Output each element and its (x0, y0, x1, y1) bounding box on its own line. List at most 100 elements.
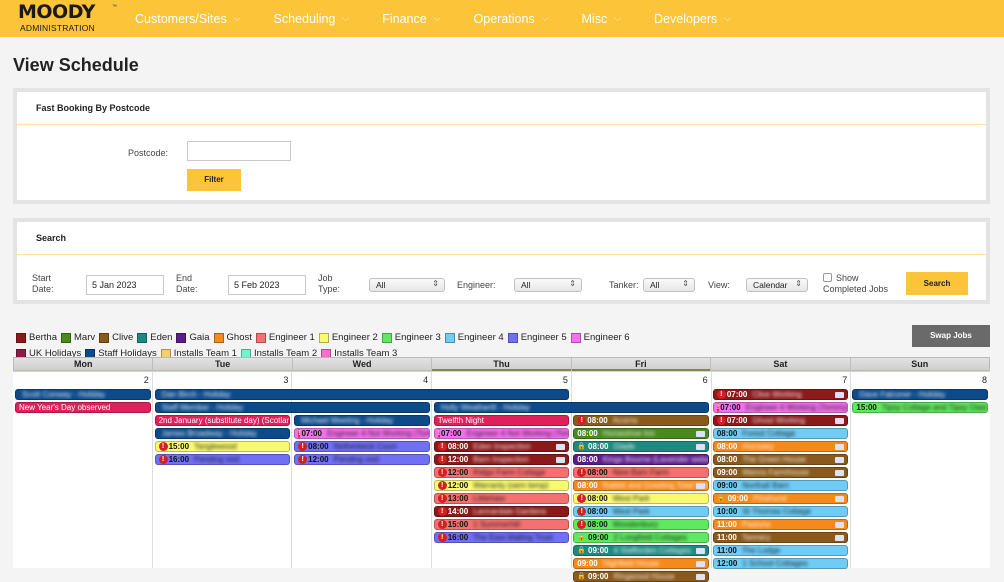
schedule-event[interactable]: ! 13:00 Littlehaw (433, 493, 570, 504)
schedule-event[interactable]: ! 08:00 Woodenbury (573, 519, 709, 530)
day-number[interactable]: 6 (572, 372, 712, 387)
day-number[interactable]: 8 (851, 372, 990, 387)
schedule-event[interactable]: Staff Member - Holiday (154, 402, 430, 413)
schedule-event[interactable]: Twelfth Night (433, 415, 570, 426)
schedule-event[interactable]: ! 15:00 1 Summerhill (433, 519, 570, 530)
schedule-event[interactable]: 🔒 09:00 4 Stafforden Cottages (573, 545, 709, 556)
schedule-event[interactable]: 🔒 08:00 Glade (573, 441, 709, 452)
schedule-event[interactable]: 08:00 Horseshoe Inn (573, 428, 709, 439)
schedule-event[interactable]: 08:00 The Green House (712, 454, 849, 465)
schedule-event[interactable]: ! 12:00 Warranty (oem temp) (433, 480, 570, 491)
legend-swatch (16, 333, 26, 344)
filter-button[interactable]: Filter (187, 169, 241, 191)
schedule-event[interactable]: ! 16:00 The East Malling Trust (433, 532, 570, 543)
schedule-event[interactable]: ! 07:00 Ghost Working (712, 415, 849, 426)
schedule-event[interactable]: 10:00 St Thomas Cottage (712, 506, 849, 517)
schedule-event[interactable]: 09:00 Northall Barn (712, 480, 849, 491)
schedule-event[interactable]: 🔒 09:00 2 Longfield Cottages (573, 532, 709, 543)
nav-operations[interactable]: Operations ⌵ (474, 12, 549, 26)
day-number[interactable]: 3 (153, 372, 293, 387)
nav-misc[interactable]: Misc ⌵ (582, 12, 622, 26)
end-date-label: End Date: (176, 273, 198, 294)
schedule-event[interactable]: New Year's Day observed (15, 402, 151, 413)
schedule-event[interactable]: 09:00 Highfield House (573, 558, 709, 569)
schedule-event[interactable]: Scott Conway - Holiday (15, 389, 151, 400)
event-time: 12:00 (447, 454, 469, 464)
event-time: 09:00 (588, 545, 609, 555)
day-number[interactable]: 2 (13, 372, 153, 387)
schedule-event[interactable]: ! 07:00 Engineer 4 Not Working (Tom) (294, 428, 430, 439)
schedule-event[interactable]: 08:00 Kings Bourne (Lavender website) (573, 454, 709, 465)
schedule-event[interactable]: 08:00 Rabbit and Greeting Total Works (573, 480, 709, 491)
schedule-event[interactable]: ! 08:00 West Park (573, 493, 709, 504)
tanker-select[interactable]: All ⇕ (643, 278, 695, 292)
schedule-event[interactable]: ! 07:00 Engineer 4 Not Working (Tom) (433, 428, 570, 439)
envelope-icon (556, 457, 566, 463)
schedule-event[interactable]: 🔒 09:00 Ringwood House (573, 571, 709, 582)
search-button[interactable]: Search (906, 272, 968, 295)
schedule-event[interactable]: 12:00 1 School Cottages (712, 558, 849, 569)
day-number[interactable]: 5 (432, 372, 572, 387)
schedule-event[interactable]: ! 08:00 New Barn Farm (573, 467, 709, 478)
event-label: Glade (613, 441, 635, 451)
schedule-event[interactable]: ! 14:00 Lannardale Gardens (433, 506, 570, 517)
schedule-event[interactable]: ! 12:00 Pending visit (294, 454, 430, 465)
schedule-event[interactable]: ! 12:00 Barn Inspection (433, 454, 570, 465)
nav-scheduling[interactable]: Scheduling ⌵ (274, 12, 350, 26)
schedule-event[interactable]: 11:00 Pastons (712, 519, 849, 530)
schedule-event[interactable]: ! 16:00 Pending visit (154, 454, 291, 465)
schedule-event[interactable]: Dave Falconer - Holiday (852, 389, 988, 400)
day-header-sun: Sun (911, 359, 929, 369)
schedule-event[interactable]: ! 08:00 Netherbeck Court (294, 441, 430, 452)
schedule-event[interactable]: ! 07:00 Clive Working (712, 389, 849, 400)
legend-item: Engineer 3 (381, 332, 441, 345)
event-label: West Park (612, 493, 650, 503)
search-panel: Search Start Date: End Date: Job Type: A… (13, 218, 990, 304)
schedule-event[interactable]: ! 15:00 Tanglewood (154, 441, 291, 452)
schedule-event[interactable]: Dan Birch - Holiday (154, 389, 570, 400)
event-time: 08:00 (587, 493, 608, 503)
postcode-input[interactable] (187, 141, 291, 161)
event-time: 08:00 (716, 454, 738, 464)
nav-finance[interactable]: Finance ⌵ (382, 12, 440, 26)
chevron-down-icon: ⌵ (342, 13, 350, 23)
warning-icon: ! (577, 507, 587, 516)
day-number[interactable]: 4 (292, 372, 433, 387)
schedule-event[interactable]: Holly Weatherill - Holiday (433, 402, 709, 413)
engineer-select[interactable]: All ⇕ (514, 278, 582, 292)
moody-logo[interactable]: MOODY ™ ADMINISTRATION (0, 0, 120, 37)
schedule-event[interactable]: ! 08:00 Eden Inspection (433, 441, 570, 452)
schedule-event[interactable]: 08:00 Hornsley (712, 441, 849, 452)
schedule-event[interactable]: 09:00 Manns Farmhouse (712, 467, 849, 478)
start-date-input[interactable] (86, 275, 164, 295)
event-time: 08:00 (716, 441, 738, 451)
schedule-event[interactable]: 11:00 The Lodge (712, 545, 849, 556)
nav-customers-sites[interactable]: Customers/Sites ⌵ (135, 12, 241, 26)
schedule-event[interactable]: Michael Meeting - Holiday (294, 415, 430, 426)
schedule-event[interactable]: 15:00 Tipsy Cottage and Tipsy Oast (852, 402, 988, 413)
swap-jobs-button[interactable]: Swap Jobs (912, 325, 990, 347)
schedule-event[interactable]: 11:00 Tannery (712, 532, 849, 543)
view-select[interactable]: Calendar ⇕ (746, 278, 808, 292)
schedule-event[interactable]: 08:00 Forest Cottage (712, 428, 849, 439)
event-label: Horseshoe Inn (602, 428, 655, 438)
schedule-event[interactable]: James Broadway - Holiday (154, 428, 291, 439)
schedule-event[interactable]: 2nd January (substitute day) (Scotland) (154, 415, 291, 426)
nav-developers[interactable]: Developers ⌵ (654, 12, 731, 26)
schedule-event[interactable]: ! 07:00 Engineer 4 Working (Tommy) (712, 402, 849, 413)
event-label: Manns Farmhouse (742, 467, 810, 477)
end-date-input[interactable] (228, 275, 306, 295)
schedule-event[interactable]: ! 12:00 Ridge Farm Cottage (433, 467, 570, 478)
legend-label: Engineer 4 (457, 332, 504, 343)
event-label: Pending visit (194, 454, 240, 464)
day-number[interactable]: 7 (712, 372, 852, 387)
warning-icon: ! (716, 403, 720, 412)
warning-icon: ! (437, 533, 447, 542)
engineer-value: All (521, 280, 531, 290)
event-label: Acorns (612, 415, 638, 425)
schedule-event[interactable]: ! 08:00 Acorns (573, 415, 709, 426)
schedule-event[interactable]: 🔒 09:00 Pinehurst (712, 493, 849, 504)
schedule-event[interactable]: ! 08:00 West Park (573, 506, 709, 517)
envelope-icon (835, 535, 845, 541)
job-type-select[interactable]: All ⇕ (369, 278, 445, 292)
